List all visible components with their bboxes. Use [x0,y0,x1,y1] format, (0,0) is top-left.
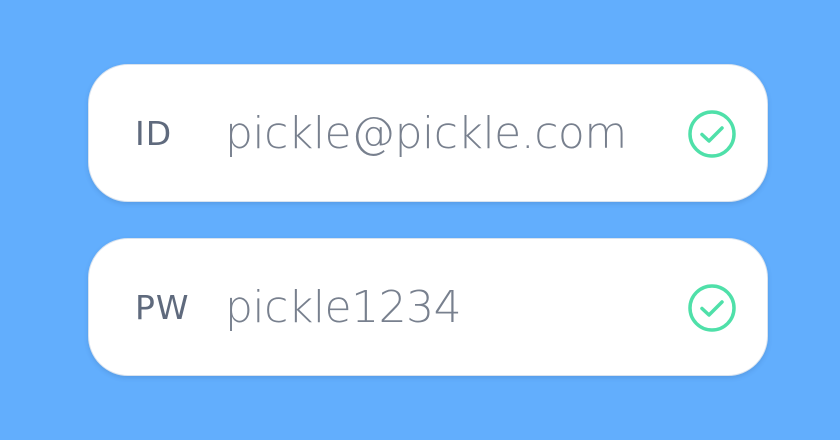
password-label: PW [135,287,190,327]
check-circle-icon [688,110,736,158]
id-input[interactable]: pickle@pickle.com [225,65,627,201]
password-input[interactable]: pickle1234 [225,239,462,375]
id-label: ID [135,113,173,153]
check-circle-icon [688,284,736,332]
password-field[interactable]: PW pickle1234 [88,238,768,376]
id-field[interactable]: ID pickle@pickle.com [88,64,768,202]
